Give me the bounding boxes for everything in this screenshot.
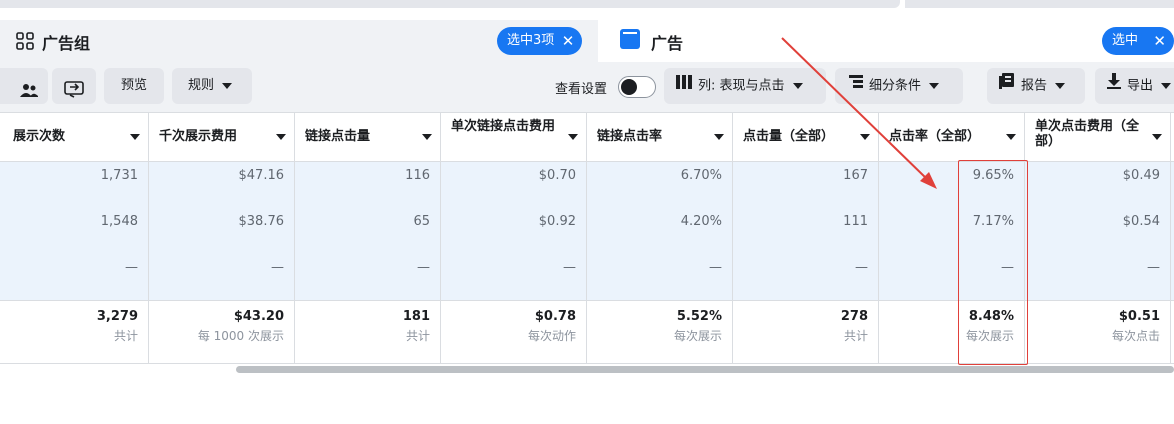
annotation-arrow [781, 37, 937, 189]
